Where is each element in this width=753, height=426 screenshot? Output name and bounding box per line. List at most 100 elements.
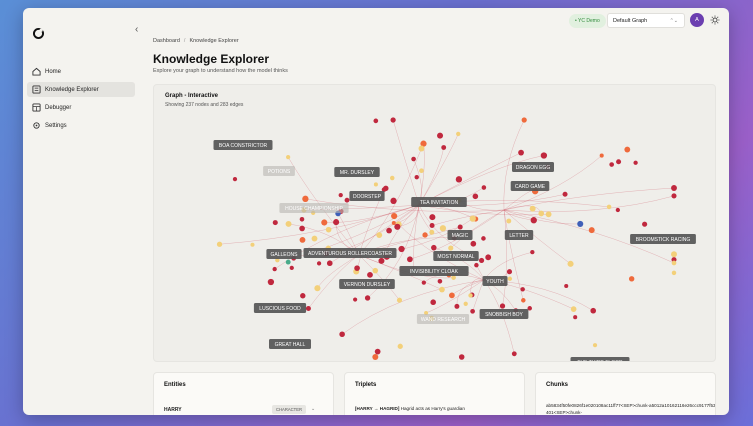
graph-node[interactable]: [439, 286, 445, 293]
graph-node-label[interactable]: MR. DURSLEY: [340, 170, 375, 176]
graph-node[interactable]: [431, 244, 437, 251]
graph-node[interactable]: [325, 226, 332, 233]
graph-node[interactable]: [538, 210, 545, 217]
graph-node[interactable]: [439, 225, 447, 232]
graph-node[interactable]: [390, 197, 397, 204]
sidebar-item-debugger[interactable]: Debugger: [27, 100, 135, 115]
graph-node[interactable]: [437, 132, 444, 139]
graph-node-label[interactable]: TEA INVITATION: [420, 200, 459, 206]
knowledge-graph-canvas[interactable]: BOA CONSTRICTOR POTIONS MR. DURSLEY DOORSTE…: [154, 85, 716, 362]
sidebar-item-home[interactable]: Home: [27, 64, 135, 79]
graph-node[interactable]: [383, 185, 389, 192]
graph-node[interactable]: [418, 145, 425, 152]
graph-node[interactable]: [518, 149, 524, 156]
graph-node-label[interactable]: POTIONS: [268, 169, 291, 175]
chevron-down-icon[interactable]: ⌄: [311, 406, 315, 412]
breadcrumb-dashboard[interactable]: Dashboard: [153, 38, 180, 44]
graph-node[interactable]: [407, 256, 413, 263]
graph-node[interactable]: [530, 249, 535, 255]
graph-node[interactable]: [573, 315, 578, 320]
graph-node[interactable]: [397, 343, 403, 349]
graph-node[interactable]: [367, 271, 373, 278]
graph-node-label[interactable]: INVISIBILITY CLOAK: [410, 269, 459, 275]
graph-node[interactable]: [232, 176, 238, 182]
graph-node[interactable]: [624, 146, 631, 153]
graph-node[interactable]: [300, 293, 306, 299]
graph-node[interactable]: [499, 303, 506, 309]
graph-node[interactable]: [529, 205, 536, 212]
graph-node[interactable]: [286, 154, 291, 160]
entity-name[interactable]: HARRY: [164, 407, 182, 413]
graph-node-label[interactable]: VERNON DURSLEY: [344, 282, 391, 288]
graph-node[interactable]: [299, 216, 305, 222]
graph-node[interactable]: [590, 307, 597, 314]
user-avatar[interactable]: A: [690, 13, 704, 27]
graph-node[interactable]: [372, 267, 379, 274]
graph-node[interactable]: [456, 131, 461, 137]
graph-node[interactable]: [390, 175, 395, 181]
graph-node[interactable]: [333, 219, 340, 226]
graph-node-label[interactable]: MOST NORMAL: [437, 254, 474, 260]
app-logo-icon[interactable]: [32, 27, 45, 40]
graph-node[interactable]: [521, 117, 527, 123]
graph-select[interactable]: Default Graph ⌃⌄: [607, 13, 685, 28]
graph-node[interactable]: [386, 227, 392, 234]
sidebar-item-settings[interactable]: Settings: [27, 118, 135, 133]
graph-node[interactable]: [374, 348, 381, 355]
graph-node[interactable]: [314, 285, 321, 292]
graph-node[interactable]: [599, 153, 604, 158]
graph-node[interactable]: [671, 270, 677, 276]
graph-node[interactable]: [567, 260, 574, 267]
graph-node[interactable]: [463, 301, 468, 306]
graph-node[interactable]: [481, 236, 486, 241]
graph-node[interactable]: [421, 280, 426, 285]
graph-node[interactable]: [606, 204, 612, 210]
graph-node[interactable]: [299, 236, 306, 243]
graph-node[interactable]: [390, 117, 396, 123]
graph-node-label[interactable]: GREAT HALL: [275, 342, 306, 348]
graph-node[interactable]: [481, 185, 487, 190]
graph-node[interactable]: [521, 298, 526, 303]
graph-node[interactable]: [364, 295, 371, 301]
graph-node-label[interactable]: HOUSE CHAMPIONSHIP: [285, 206, 343, 212]
graph-node-label[interactable]: DOORSTEP: [353, 194, 382, 200]
graph-node[interactable]: [285, 259, 291, 265]
graph-node[interactable]: [457, 224, 463, 230]
graph-node[interactable]: [396, 297, 403, 303]
graph-node[interactable]: [588, 227, 595, 234]
graph-node[interactable]: [562, 191, 568, 197]
graph-node-label[interactable]: BOA CONSTRICTOR: [219, 143, 268, 149]
graph-node[interactable]: [430, 299, 437, 306]
graph-node-label[interactable]: MAGIC: [452, 233, 469, 239]
graph-node[interactable]: [448, 245, 454, 251]
graph-node[interactable]: [468, 293, 473, 298]
graph-node[interactable]: [398, 245, 405, 253]
graph-node[interactable]: [289, 265, 294, 271]
graph-node[interactable]: [485, 254, 492, 261]
graph-node[interactable]: [507, 276, 513, 281]
graph-node[interactable]: [267, 278, 275, 286]
graph-node[interactable]: [592, 343, 598, 348]
graph-node[interactable]: [338, 192, 343, 198]
graph-node[interactable]: [305, 305, 311, 311]
graph-node-label[interactable]: DRAGON EGG: [516, 165, 551, 171]
graph-node[interactable]: [615, 207, 620, 213]
graph-node[interactable]: [326, 260, 333, 267]
graph-node[interactable]: [353, 297, 358, 302]
graph-node[interactable]: [564, 283, 569, 289]
graph-node[interactable]: [633, 160, 638, 165]
graph-node[interactable]: [429, 214, 436, 221]
graph-node[interactable]: [478, 257, 485, 264]
graph-node[interactable]: [470, 240, 477, 247]
graph-node[interactable]: [474, 262, 479, 268]
graph-node[interactable]: [506, 269, 513, 275]
graph-node[interactable]: [671, 260, 677, 266]
graph-node[interactable]: [285, 220, 292, 227]
graph-node[interactable]: [391, 212, 398, 220]
graph-node[interactable]: [411, 156, 416, 162]
graph-node-label[interactable]: GALLEONS: [271, 252, 299, 258]
graph-node[interactable]: [449, 292, 455, 299]
graph-node-label[interactable]: LETTER: [509, 233, 529, 239]
graph-node[interactable]: [216, 241, 223, 247]
graph-node[interactable]: [671, 193, 677, 199]
